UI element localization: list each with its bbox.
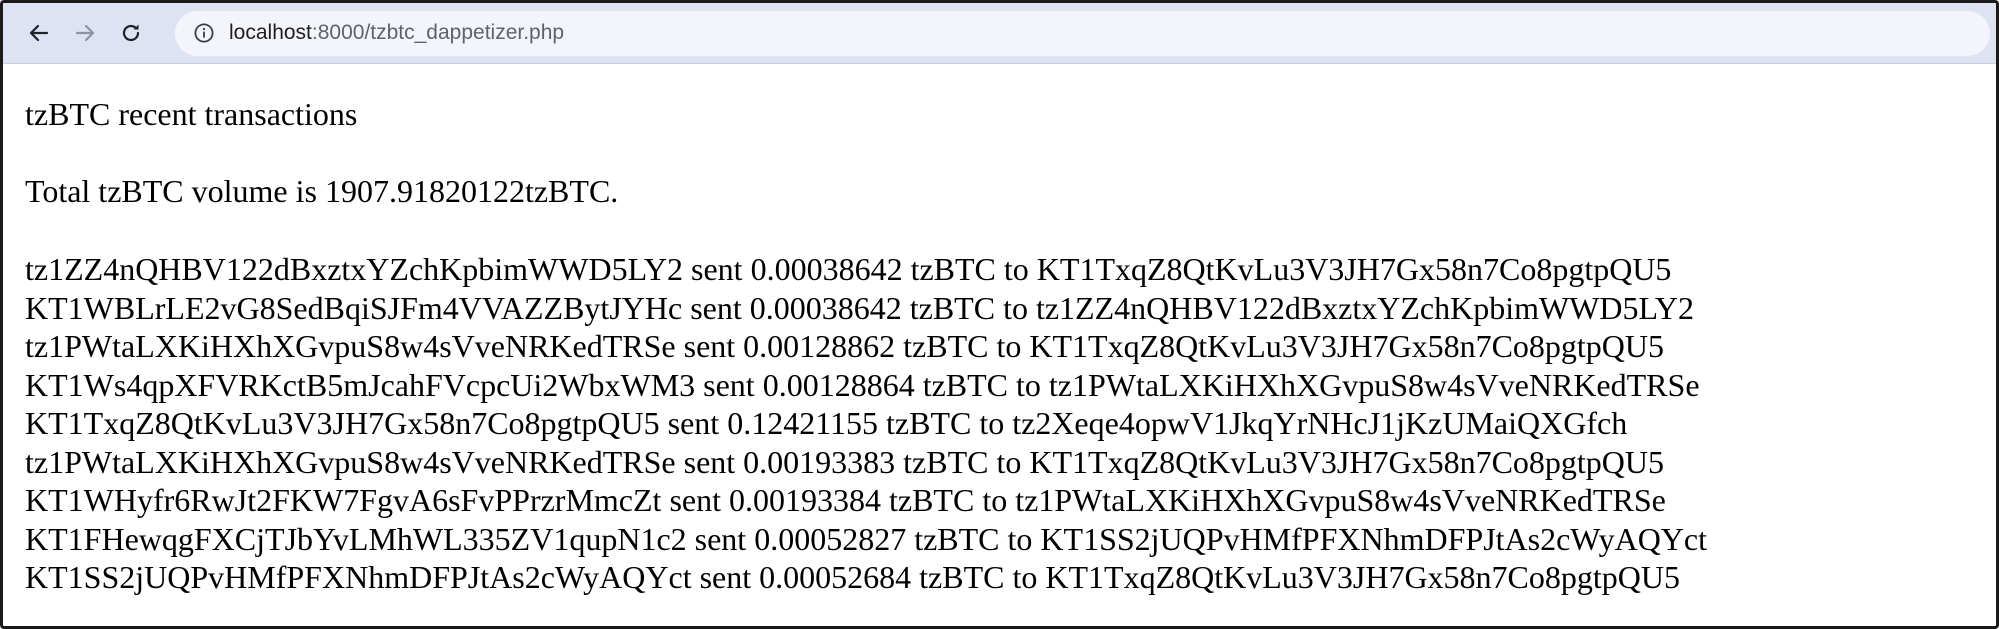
transaction-line: KT1TxqZ8QtKvLu3V3JH7Gx58n7Co8pgtpQU5 sen…	[25, 405, 1628, 441]
info-icon[interactable]	[193, 22, 215, 44]
transaction-line: tz1PWtaLXKiHXhXGvpuS8w4sVveNRKedTRSe sen…	[25, 443, 1665, 480]
transaction-line: tz1PWtaLXKiHXhXGvpuS8w4sVveNRKedTRSe sen…	[25, 328, 1665, 364]
transaction-line: KT1Ws4qpXFVRKctB5mJcahFVcpcUi2WbxWM3 sen…	[25, 366, 1700, 403]
back-button[interactable]	[19, 13, 59, 53]
arrow-left-icon	[29, 24, 49, 42]
total-volume-text: Total tzBTC volume is 1907.91820122tzBTC…	[25, 173, 619, 209]
transaction-line: tz1ZZ4nQHBV122dBxztxYZchKpbimWWD5LY2 sen…	[25, 251, 1672, 287]
reload-icon	[122, 24, 140, 42]
page-content: tzBTC recent transactions Total tzBTC vo…	[3, 96, 1996, 597]
transaction-line: KT1WBLrLE2vG8SedBqiSJFm4VVAZZBytJYHc sen…	[25, 289, 1694, 326]
forward-button[interactable]	[65, 13, 105, 53]
browser-toolbar: localhost:8000/tzbtc_dappetizer.php	[3, 3, 1996, 64]
address-bar[interactable]: localhost:8000/tzbtc_dappetizer.php	[175, 10, 1990, 56]
transaction-line: KT1FHewqgFXCjTJbYvLMhWL335ZV1qupN1c2 sen…	[25, 520, 1707, 557]
transaction-list: tz1ZZ4nQHBV122dBxztxYZchKpbimWWD5LY2 sen…	[25, 250, 1996, 597]
url-host: localhost	[229, 21, 312, 44]
url-text[interactable]: localhost:8000/tzbtc_dappetizer.php	[229, 21, 564, 45]
reload-button[interactable]	[111, 13, 151, 53]
transaction-line: KT1SS2jUQPvHMfPFXNhmDFPJtAs2cWyAQYct sen…	[25, 559, 1680, 595]
url-path: :8000/tzbtc_dappetizer.php	[311, 21, 565, 44]
page-heading: tzBTC recent transactions	[25, 96, 358, 132]
browser-window: localhost:8000/tzbtc_dappetizer.php tzBT…	[0, 0, 1999, 629]
transaction-line: KT1WHyfr6RwJt2FKW7FgvA6sFvPPrzrMmcZt sen…	[25, 482, 1666, 518]
arrow-right-icon	[75, 24, 95, 42]
